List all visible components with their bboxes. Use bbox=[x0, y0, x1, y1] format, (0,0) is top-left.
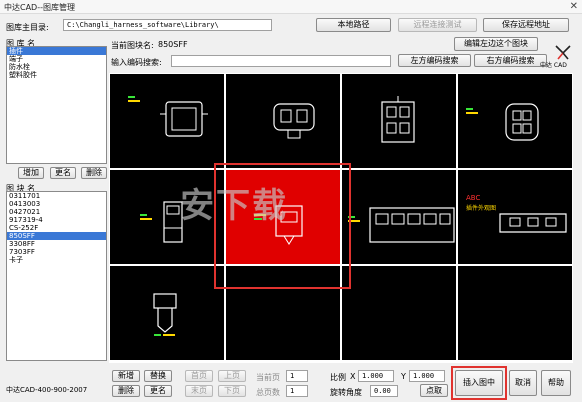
library-add-button[interactable]: 增加 bbox=[18, 167, 44, 179]
library-item[interactable]: 端子 bbox=[7, 55, 106, 63]
block-item[interactable]: 卡子 bbox=[7, 256, 106, 264]
right-match-search-button[interactable]: 右方编码搜索 bbox=[474, 54, 547, 67]
local-path-button[interactable]: 本地路径 bbox=[316, 18, 391, 32]
support-phone: 中达CAD-400-900-2007 bbox=[6, 386, 88, 394]
library-root-label: 图库主目录: bbox=[6, 23, 49, 32]
block-new-button[interactable]: 新增 bbox=[112, 370, 140, 382]
library-rename-button[interactable]: 更名 bbox=[50, 167, 76, 179]
thumbnail[interactable] bbox=[110, 74, 224, 168]
thumbnail[interactable] bbox=[110, 266, 224, 360]
remote-test-button[interactable]: 远程连接测试 bbox=[398, 18, 477, 32]
scale-y-field[interactable]: 1.000 bbox=[409, 370, 445, 382]
watermark: 安下载 bbox=[180, 186, 288, 226]
library-root-path[interactable]: C:\Changli_harness_software\Library\ bbox=[63, 19, 272, 31]
library-item[interactable]: 塑料胶件 bbox=[7, 71, 106, 79]
thumbnail[interactable]: ABC 插件外观图 bbox=[458, 170, 572, 264]
rotation-field[interactable]: 0.00 bbox=[370, 385, 398, 397]
block-item[interactable]: CS-252F bbox=[7, 224, 106, 232]
thumbnail[interactable] bbox=[458, 74, 572, 168]
scale-x-field[interactable]: 1.000 bbox=[358, 370, 394, 382]
left-match-search-button[interactable]: 左方编码搜索 bbox=[398, 54, 471, 67]
block-list[interactable]: 0311701 0413003 0427021 917319-4 CS-252F… bbox=[6, 191, 107, 361]
block-item[interactable]: 3308FF bbox=[7, 240, 106, 248]
current-page-field[interactable]: 1 bbox=[286, 370, 308, 382]
scale-label: 比例 bbox=[330, 373, 346, 382]
thumbnail[interactable] bbox=[342, 74, 456, 168]
thumbnail-note-text: 插件外观图 bbox=[466, 204, 496, 212]
logo: 中达 CAD bbox=[540, 44, 574, 69]
block-item[interactable]: 7303FF bbox=[7, 248, 106, 256]
thumbnail[interactable] bbox=[342, 170, 456, 264]
logo-text: 中达 CAD bbox=[540, 62, 567, 69]
block-item[interactable]: 0413003 bbox=[7, 200, 106, 208]
cancel-button[interactable]: 取消 bbox=[509, 370, 537, 396]
logo-mark-icon bbox=[555, 45, 571, 60]
save-remote-button[interactable]: 保存远程地址 bbox=[483, 18, 569, 32]
rotation-label: 旋转角度 bbox=[330, 388, 362, 397]
block-replace-button[interactable]: 替换 bbox=[144, 370, 172, 382]
current-block-label: 当前图块名: bbox=[111, 41, 154, 50]
library-delete-button[interactable]: 删除 bbox=[81, 167, 107, 179]
library-list[interactable]: 插件 端子 防水栓 塑料胶件 bbox=[6, 46, 107, 164]
block-item[interactable]: 850SFF bbox=[7, 232, 106, 240]
thumbnail-empty[interactable] bbox=[342, 266, 456, 360]
block-item[interactable]: 0311701 bbox=[7, 192, 106, 200]
window-title-bar: 中达CAD--图库管理 ✕ bbox=[0, 0, 582, 14]
search-input[interactable] bbox=[171, 55, 391, 67]
search-label: 输入编码搜索: bbox=[111, 58, 162, 67]
first-page-button[interactable]: 首页 bbox=[185, 370, 213, 382]
current-block-value: 850SFF bbox=[158, 40, 188, 49]
block-item[interactable]: 917319-4 bbox=[7, 216, 106, 224]
next-page-button[interactable]: 下页 bbox=[218, 385, 246, 397]
block-delete-button[interactable]: 删除 bbox=[112, 385, 140, 397]
last-page-button[interactable]: 末页 bbox=[185, 385, 213, 397]
total-pages-field: 1 bbox=[286, 385, 308, 397]
thumbnail[interactable] bbox=[226, 74, 340, 168]
library-item[interactable]: 插件 bbox=[7, 47, 106, 55]
total-pages-label: 总页数 bbox=[256, 388, 280, 397]
scale-y-label: Y bbox=[401, 372, 406, 381]
scale-x-label: X bbox=[350, 372, 356, 381]
thumbnail-tag-text: ABC bbox=[466, 194, 480, 202]
edit-left-block-button[interactable]: 编辑左边这个图块 bbox=[454, 37, 538, 51]
library-item[interactable]: 防水栓 bbox=[7, 63, 106, 71]
help-button[interactable]: 帮助 bbox=[541, 370, 571, 396]
block-item[interactable]: 0427021 bbox=[7, 208, 106, 216]
insert-button-highlight bbox=[451, 366, 507, 400]
close-icon[interactable]: ✕ bbox=[570, 1, 578, 12]
window-title: 中达CAD--图库管理 bbox=[4, 3, 75, 12]
pick-button[interactable]: 点取 bbox=[420, 384, 448, 397]
current-page-label: 当前页 bbox=[256, 373, 280, 382]
prev-page-button[interactable]: 上页 bbox=[218, 370, 246, 382]
thumbnail-empty[interactable] bbox=[458, 266, 572, 360]
block-rename-button[interactable]: 更名 bbox=[144, 385, 172, 397]
